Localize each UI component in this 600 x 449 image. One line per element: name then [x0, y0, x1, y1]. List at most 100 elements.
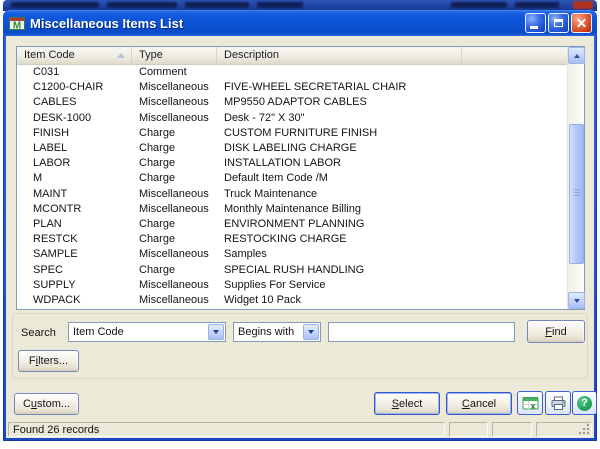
table-row[interactable]: MCONTR Miscellaneous Monthly Maintenance…	[17, 202, 567, 217]
print-button[interactable]	[545, 391, 571, 415]
table-header: Item Code Type Description	[17, 47, 567, 65]
cancel-button[interactable]: Cancel	[446, 392, 512, 415]
table-row[interactable]: C031 Comment	[17, 65, 567, 80]
background-blur	[185, 2, 249, 8]
table-row[interactable]: SPEC Charge SPECIAL RUSH HANDLING	[17, 262, 567, 277]
column-header-item-code[interactable]: Item Code	[17, 47, 132, 64]
cell-item-code: DESK-1000	[17, 111, 132, 126]
table-row[interactable]: SAMPLE Miscellaneous Samples	[17, 247, 567, 262]
arrow-down-icon	[574, 299, 580, 303]
scroll-down-button[interactable]	[568, 292, 585, 309]
table-row[interactable]: PLAN Charge ENVIRONMENT PLANNING	[17, 217, 567, 232]
chevron-down-icon	[208, 324, 224, 340]
cell-description: FIVE-WHEEL SECRETARIAL CHAIR	[217, 80, 567, 95]
cell-type: Miscellaneous	[132, 247, 217, 262]
cell-type: Miscellaneous	[132, 278, 217, 293]
background-blur	[107, 2, 177, 8]
search-field-select[interactable]: Item Code	[68, 322, 226, 342]
scrollbar-thumb[interactable]	[569, 124, 584, 264]
cell-item-code: SUPPLY	[17, 278, 132, 293]
custom-button[interactable]: Custom...	[14, 393, 79, 415]
select-button[interactable]: Select	[374, 392, 440, 415]
table-row[interactable]: WDPACK Miscellaneous Widget 10 Pack	[17, 293, 567, 308]
scroll-up-button[interactable]	[568, 47, 585, 64]
cell-item-code: RESTCK	[17, 232, 132, 247]
table-row[interactable]: DESK-1000 Miscellaneous Desk - 72" X 30"	[17, 111, 567, 126]
background-blur	[11, 2, 99, 8]
cell-description: Desk - 72" X 30"	[217, 111, 567, 126]
cell-description: INSTALLATION LABOR	[217, 156, 567, 171]
excel-export-button[interactable]: x	[517, 391, 543, 415]
minimize-button[interactable]	[525, 13, 546, 33]
close-button[interactable]	[571, 13, 592, 33]
cell-item-code: MCONTR	[17, 202, 132, 217]
cell-item-code: SAMPLE	[17, 247, 132, 262]
cell-description: SPECIAL RUSH HANDLING	[217, 263, 567, 278]
table-row[interactable]: LABOR Charge INSTALLATION LABOR	[17, 156, 567, 171]
window-title: Miscellaneous Items List	[30, 16, 525, 31]
chevron-down-icon	[303, 324, 319, 340]
cell-description: Supplies For Service	[217, 278, 567, 293]
column-label: Type	[139, 49, 163, 61]
table-row[interactable]: MAINT Miscellaneous Truck Maintenance	[17, 187, 567, 202]
help-button[interactable]: ?	[572, 391, 597, 415]
table-row[interactable]: C1200-CHAIR Miscellaneous FIVE-WHEEL SEC…	[17, 80, 567, 95]
table-row[interactable]: CABLES Miscellaneous MP9550 ADAPTOR CABL…	[17, 95, 567, 110]
cell-item-code: M	[17, 171, 132, 186]
find-button[interactable]: Find	[527, 320, 585, 343]
cell-type: Comment	[132, 65, 217, 80]
table-row[interactable]: M Charge Default Item Code /M	[17, 171, 567, 186]
column-label: Description	[224, 49, 279, 61]
column-header-description[interactable]: Description	[217, 47, 462, 64]
cell-type: Miscellaneous	[132, 80, 217, 95]
cell-description: Widget 10 Pack	[217, 293, 567, 308]
table-row[interactable]: FINISH Charge CUSTOM FURNITURE FINISH	[17, 126, 567, 141]
table-row[interactable]: LABEL Charge DISK LABELING CHARGE	[17, 141, 567, 156]
background-close-icon	[573, 1, 593, 9]
status-panel	[449, 422, 488, 437]
cell-type: Miscellaneous	[132, 95, 217, 110]
cell-description: ENVIRONMENT PLANNING	[217, 217, 567, 232]
cell-item-code: MAINT	[17, 187, 132, 202]
status-panel	[492, 422, 532, 437]
cell-type: Charge	[132, 171, 217, 186]
cell-type: Miscellaneous	[132, 187, 217, 202]
window-controls	[525, 13, 592, 33]
screen: M Miscellaneous Items List Item Code	[0, 0, 600, 449]
cell-item-code: C031	[17, 65, 132, 80]
cell-type: Charge	[132, 217, 217, 232]
maximize-button[interactable]	[548, 13, 569, 33]
table-body: C031 Comment C1200-CHAIR Miscellaneous F…	[17, 65, 567, 308]
excel-export-icon: x	[522, 396, 539, 411]
cell-type: Charge	[132, 126, 217, 141]
vertical-scrollbar[interactable]	[567, 47, 584, 309]
cell-type: Miscellaneous	[132, 202, 217, 217]
arrow-up-icon	[574, 54, 580, 58]
cell-item-code: FINISH	[17, 126, 132, 141]
resize-grip[interactable]	[580, 425, 590, 435]
titlebar[interactable]: M Miscellaneous Items List	[3, 10, 597, 36]
maximize-icon	[554, 19, 563, 27]
cell-item-code: LABEL	[17, 141, 132, 156]
dialog-body: Item Code Type Description C031 Comment	[6, 36, 594, 438]
cell-type: Charge	[132, 232, 217, 247]
cell-description: MP9550 ADAPTOR CABLES	[217, 95, 567, 110]
status-text: Found 26 records	[13, 424, 99, 436]
cell-description: Samples	[217, 247, 567, 262]
search-operator-value: Begins with	[234, 326, 302, 338]
table-row[interactable]: SUPPLY Miscellaneous Supplies For Servic…	[17, 278, 567, 293]
app-icon: M	[9, 15, 25, 31]
sort-ascending-icon	[117, 53, 125, 58]
svg-text:M: M	[13, 21, 21, 32]
table-row[interactable]: RESTCK Charge RESTOCKING CHARGE	[17, 232, 567, 247]
cell-item-code: WDPACK	[17, 293, 132, 308]
search-input[interactable]	[328, 322, 515, 342]
filters-button[interactable]: Filters...	[18, 350, 79, 372]
column-header-type[interactable]: Type	[132, 47, 217, 64]
search-label: Search	[21, 327, 56, 339]
status-bar: Found 26 records	[6, 421, 594, 438]
background-blur	[515, 2, 559, 8]
cell-item-code: LABOR	[17, 156, 132, 171]
help-icon: ?	[577, 396, 592, 411]
search-operator-select[interactable]: Begins with	[233, 322, 321, 342]
